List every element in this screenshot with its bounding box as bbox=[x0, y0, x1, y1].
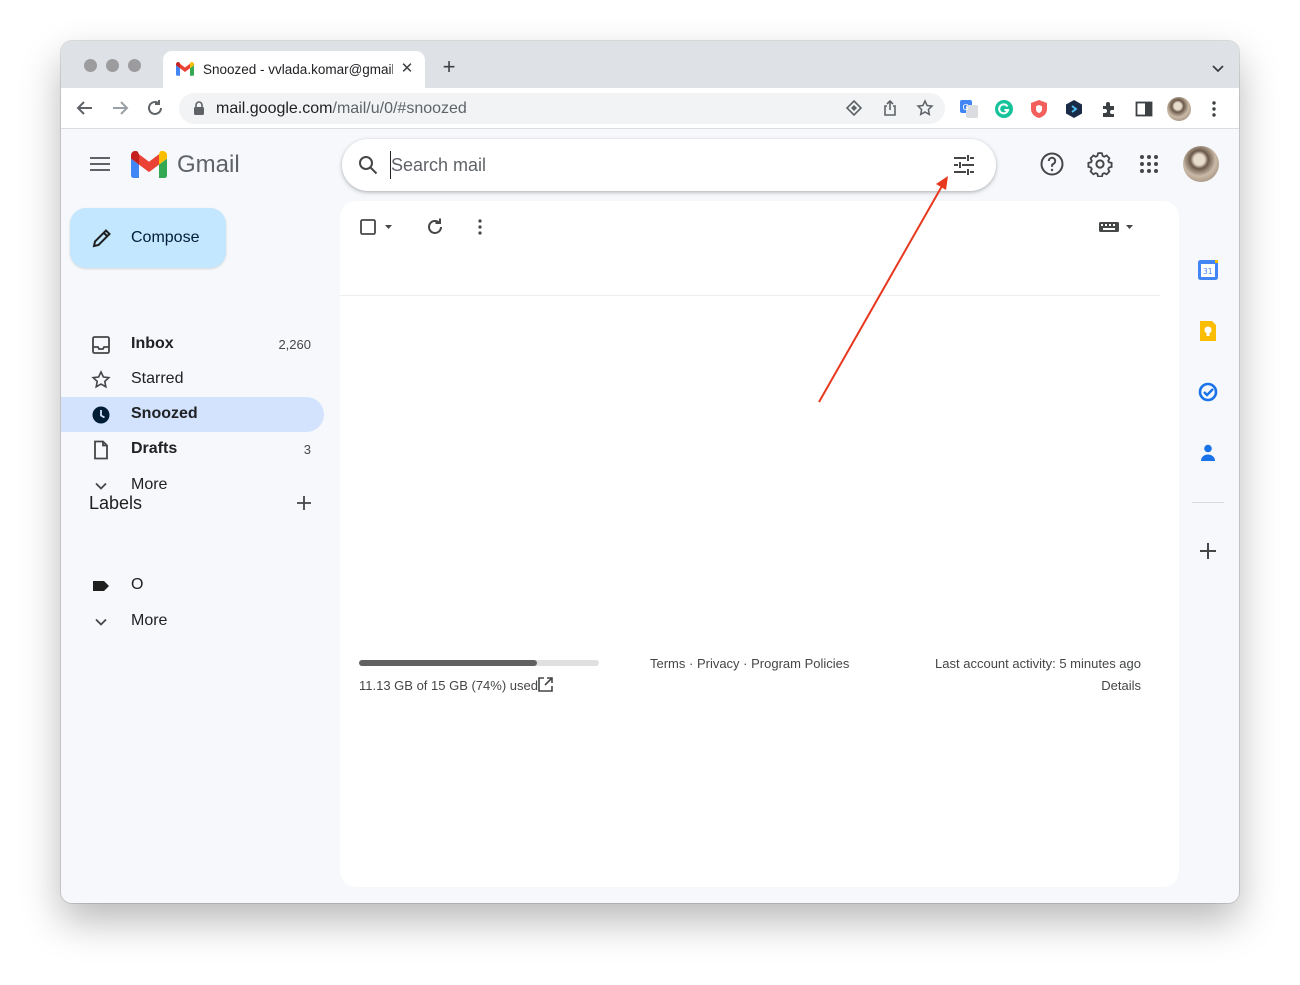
grammarly-extension-icon[interactable] bbox=[994, 99, 1014, 119]
star-icon bbox=[91, 370, 111, 389]
message-list-panel: 11.13 GB of 15 GB (74%) used Terms · Pri… bbox=[340, 201, 1179, 887]
storage-usage-bar[interactable] bbox=[359, 660, 599, 666]
search-input[interactable] bbox=[390, 151, 930, 179]
search-icon[interactable] bbox=[358, 155, 378, 175]
list-toolbar bbox=[340, 201, 1160, 296]
search-bar[interactable] bbox=[342, 139, 996, 191]
gmail-favicon-icon bbox=[176, 62, 194, 76]
sidebar-labels-more[interactable]: More bbox=[61, 604, 324, 639]
sidebar-item-label: Inbox bbox=[131, 335, 174, 352]
sidebar-item-inbox[interactable]: Inbox 2,260 bbox=[61, 327, 324, 362]
footer-links[interactable]: Terms · Privacy · Program Policies bbox=[650, 656, 849, 671]
tab-title: Snoozed - vvlada.komar@gmail.com - Gmail bbox=[203, 62, 393, 77]
labels-heading: Labels bbox=[89, 493, 143, 513]
share-icon[interactable] bbox=[881, 99, 899, 117]
compose-button[interactable]: Compose bbox=[70, 208, 226, 268]
svg-text:G: G bbox=[963, 103, 969, 112]
select-checkbox-dropdown[interactable] bbox=[358, 215, 398, 239]
reload-icon[interactable] bbox=[144, 97, 166, 119]
browser-toolbar: mail.google.com/mail/u/0/#snoozed G bbox=[61, 88, 1239, 129]
svg-text:31: 31 bbox=[1203, 267, 1213, 276]
input-tools-keyboard-icon[interactable] bbox=[1097, 215, 1139, 239]
clock-icon bbox=[92, 406, 110, 424]
gmail-app: Gmail Search mail Compose Inbox 2,260 St… bbox=[61, 129, 1239, 903]
google-tasks-icon[interactable] bbox=[1197, 381, 1219, 403]
url-text: mail.google.com/mail/u/0/#snoozed bbox=[216, 100, 467, 118]
draft-file-icon bbox=[94, 440, 108, 460]
browser-menu-icon[interactable] bbox=[1204, 99, 1224, 119]
storage-usage-fill bbox=[359, 660, 537, 666]
browser-window: Snoozed - vvlada.komar@gmail.com - Gmail… bbox=[61, 41, 1239, 903]
account-avatar[interactable] bbox=[1183, 146, 1219, 182]
url-domain: mail.google.com bbox=[216, 100, 333, 117]
drafts-count: 3 bbox=[303, 442, 311, 457]
close-window-button[interactable] bbox=[84, 59, 97, 72]
bookmark-star-icon[interactable] bbox=[916, 99, 934, 117]
side-panel-icon[interactable] bbox=[1134, 99, 1154, 119]
sidebar-item-drafts[interactable]: Drafts 3 bbox=[61, 432, 324, 467]
more-options-icon[interactable] bbox=[468, 215, 492, 239]
google-contacts-icon[interactable] bbox=[1197, 442, 1219, 464]
back-arrow-icon[interactable] bbox=[74, 97, 96, 119]
new-tab-button[interactable]: + bbox=[438, 56, 460, 79]
google-translate-extension-icon[interactable]: G bbox=[959, 99, 979, 119]
inbox-icon bbox=[92, 336, 110, 354]
profile-avatar[interactable] bbox=[1167, 97, 1191, 121]
sidebar-item-label: Snoozed bbox=[131, 405, 198, 422]
refresh-icon[interactable] bbox=[423, 215, 447, 239]
main-menu-icon[interactable] bbox=[89, 155, 111, 173]
tab-search-chevron-icon[interactable] bbox=[1211, 61, 1225, 75]
side-panel-divider bbox=[1192, 502, 1224, 503]
google-calendar-icon[interactable]: 31 bbox=[1197, 259, 1219, 281]
sidebar-item-label: More bbox=[131, 612, 168, 629]
create-label-plus-icon[interactable] bbox=[294, 493, 314, 513]
sidebar-item-starred[interactable]: Starred bbox=[61, 362, 324, 397]
compose-label: Compose bbox=[131, 229, 200, 246]
storage-usage-text: 11.13 GB of 15 GB (74%) used bbox=[359, 678, 538, 693]
search-options-icon[interactable] bbox=[952, 154, 976, 176]
gmail-logo-icon[interactable] bbox=[131, 151, 167, 178]
minimize-window-button[interactable] bbox=[106, 59, 119, 72]
shield-extension-icon[interactable] bbox=[1029, 99, 1049, 119]
open-in-new-icon[interactable] bbox=[537, 676, 554, 693]
gmail-brand: Gmail bbox=[177, 151, 240, 178]
google-keep-icon[interactable] bbox=[1197, 320, 1219, 342]
hexagon-extension-icon[interactable] bbox=[1064, 99, 1084, 119]
last-account-activity: Last account activity: 5 minutes ago bbox=[935, 656, 1141, 671]
help-icon[interactable] bbox=[1039, 151, 1065, 177]
sidebar-item-label: Drafts bbox=[131, 440, 178, 457]
get-addons-plus-icon[interactable] bbox=[1197, 540, 1219, 562]
show-side-panel-chevron-icon[interactable] bbox=[1197, 902, 1219, 903]
activity-details-link[interactable]: Details bbox=[1101, 678, 1141, 693]
label-tag-icon bbox=[93, 581, 109, 591]
tab-gmail-snoozed[interactable]: Snoozed - vvlada.komar@gmail.com - Gmail… bbox=[163, 51, 425, 88]
lock-icon bbox=[194, 101, 204, 115]
url-path: /mail/u/0/#snoozed bbox=[332, 100, 467, 117]
sidebar-label-o[interactable]: O bbox=[61, 568, 324, 603]
forward-arrow-icon[interactable] bbox=[109, 97, 131, 119]
sidebar-item-snoozed[interactable]: Snoozed bbox=[61, 397, 324, 432]
sidebar-item-label: More bbox=[131, 476, 168, 493]
install-app-icon[interactable] bbox=[845, 99, 863, 117]
sidebar-item-label: Starred bbox=[131, 370, 184, 387]
tab-close-icon[interactable]: ✕ bbox=[398, 60, 416, 78]
inbox-count: 2,260 bbox=[278, 337, 311, 352]
tab-strip: Snoozed - vvlada.komar@gmail.com - Gmail… bbox=[61, 41, 1239, 88]
extensions-puzzle-icon[interactable] bbox=[1099, 99, 1119, 119]
zoom-window-button[interactable] bbox=[128, 59, 141, 72]
chevron-down-icon bbox=[95, 618, 107, 626]
address-bar[interactable]: mail.google.com/mail/u/0/#snoozed bbox=[179, 93, 945, 124]
google-apps-icon[interactable] bbox=[1136, 151, 1162, 177]
pencil-icon bbox=[92, 229, 111, 248]
sidebar-item-label: O bbox=[131, 576, 144, 593]
settings-gear-icon[interactable] bbox=[1087, 151, 1113, 177]
